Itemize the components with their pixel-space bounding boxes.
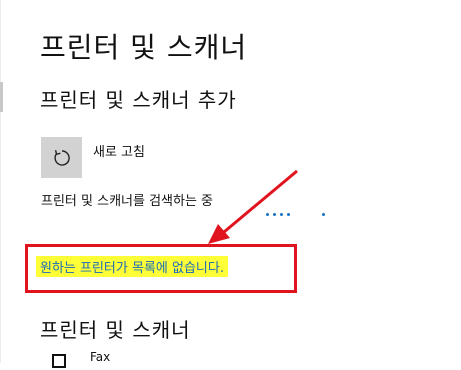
printer-not-listed-link[interactable]: 원하는 프린터가 목록에 없습니다. [36, 256, 228, 277]
progress-dot [280, 213, 283, 216]
searching-status: 프린터 및 스캐너를 검색하는 중 [41, 194, 214, 209]
fax-icon [52, 354, 66, 368]
printers-list-heading: 프린터 및 스캐너 [40, 318, 191, 342]
scrollbar-thumb[interactable] [0, 82, 3, 112]
progress-dot [266, 213, 269, 216]
refresh-label[interactable]: 새로 고침 [93, 141, 145, 160]
page-title: 프린터 및 스캐너 [40, 31, 248, 64]
progress-dot [322, 213, 325, 216]
refresh-icon [53, 149, 70, 166]
progress-dot [273, 213, 276, 216]
add-printers-heading: 프린터 및 스캐너 추가 [40, 88, 237, 112]
printer-item-label: Fax [90, 350, 111, 364]
refresh-button[interactable] [41, 137, 82, 178]
progress-dot [287, 213, 290, 216]
progress-dots [266, 213, 336, 219]
left-edge [0, 0, 1, 363]
